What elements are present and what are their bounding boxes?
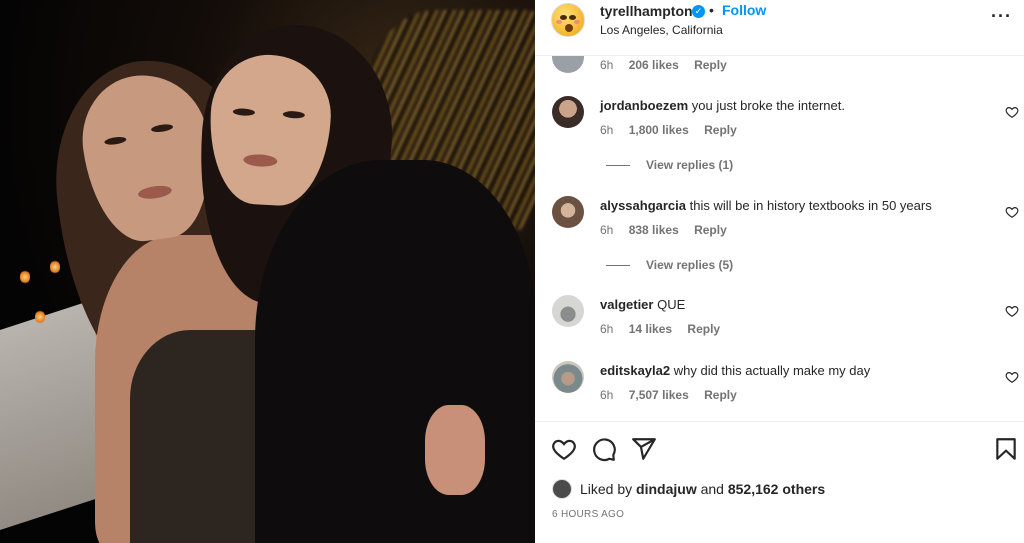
comment-body: QUE	[657, 297, 686, 312]
reply-button[interactable]: Reply	[704, 123, 737, 137]
share-icon[interactable]	[631, 436, 657, 462]
reply-button[interactable]: Reply	[704, 388, 737, 402]
comment-body: this will be in history textbooks in 50 …	[689, 198, 932, 213]
commenter-avatar[interactable]	[552, 295, 584, 327]
comment-likes[interactable]: 838 likes	[629, 223, 679, 237]
comment-body: you just broke the internet.	[691, 98, 845, 113]
comment-time[interactable]: 6h	[600, 322, 613, 336]
comment-meta: 6h 14 likes Reply	[600, 322, 732, 336]
author-username[interactable]: tyrellhampton	[600, 3, 693, 19]
comment-text: alyssahgarcia this will be in history te…	[600, 198, 932, 213]
comment-time[interactable]: 6h	[600, 388, 613, 402]
heart-icon[interactable]	[1005, 304, 1019, 318]
heart-icon[interactable]	[1005, 370, 1019, 384]
post-location[interactable]: Los Angeles, California	[600, 23, 723, 37]
comment-likes[interactable]: 1,800 likes	[629, 123, 689, 137]
comment-likes[interactable]: 206 likes	[629, 58, 679, 72]
commenter-avatar[interactable]	[552, 196, 584, 228]
comment-meta: 6h 838 likes Reply	[600, 223, 739, 237]
comment-likes[interactable]: 14 likes	[629, 322, 672, 336]
liked-by: Liked by dindajuw and 852,162 others	[552, 479, 825, 499]
commenter-avatar[interactable]	[552, 361, 584, 393]
comment-time[interactable]: 6h	[600, 123, 613, 137]
person-right-hand	[425, 405, 485, 495]
bookmark-icon[interactable]	[993, 436, 1019, 462]
post-timestamp[interactable]: 6 HOURS AGO	[552, 509, 624, 520]
liked-by-count[interactable]: 852,162 others	[728, 481, 825, 497]
view-replies-button[interactable]: View replies (5)	[606, 258, 733, 272]
verified-badge-icon: ✓	[692, 5, 705, 18]
liked-by-prefix: Liked by	[580, 481, 633, 497]
reply-button[interactable]: Reply	[694, 223, 727, 237]
liked-by-user[interactable]: dindajuw	[636, 481, 697, 497]
comment-time[interactable]: 6h	[600, 223, 613, 237]
view-replies-label: View replies (5)	[646, 258, 734, 272]
comment-time[interactable]: 6h	[600, 58, 613, 72]
separator-dot: •	[709, 2, 714, 18]
more-options-icon[interactable]: ···	[991, 6, 1012, 27]
comment-meta: 6h 1,800 likes Reply	[600, 123, 749, 137]
comment-body: why did this actually make my day	[673, 363, 871, 378]
liked-by-and: and	[700, 481, 724, 497]
liker-avatar[interactable]	[552, 479, 572, 499]
comment-meta: 6h 206 likes Reply	[600, 58, 739, 72]
post-photo[interactable]	[0, 0, 535, 543]
comment-text: editskayla2 why did this actually make m…	[600, 363, 870, 378]
reply-button[interactable]: Reply	[694, 58, 727, 72]
comment-meta: 6h 7,507 likes Reply	[600, 388, 749, 402]
comment-likes[interactable]: 7,507 likes	[629, 388, 689, 402]
commenter-username[interactable]: alyssahgarcia	[600, 198, 686, 213]
comment-text: valgetier QUE	[600, 297, 685, 312]
post-actions: Liked by dindajuw and 852,162 others 6 H…	[535, 421, 1024, 543]
comments-list[interactable]: 6h 206 likes Reply jordanboezem you just…	[535, 56, 1024, 421]
post-side-panel: tyrellhampton ✓ • Follow Los Angeles, Ca…	[535, 0, 1024, 543]
commenter-username[interactable]: jordanboezem	[600, 98, 688, 113]
comment-icon[interactable]	[591, 436, 617, 462]
commenter-username[interactable]: valgetier	[600, 297, 653, 312]
commenter-username[interactable]: editskayla2	[600, 363, 670, 378]
view-replies-label: View replies (1)	[646, 158, 734, 172]
commenter-avatar[interactable]	[552, 96, 584, 128]
heart-icon[interactable]	[1005, 205, 1019, 219]
post-header: tyrellhampton ✓ • Follow Los Angeles, Ca…	[535, 0, 1024, 56]
comment-text: jordanboezem you just broke the internet…	[600, 98, 845, 113]
view-replies-button[interactable]: View replies (1)	[606, 158, 733, 172]
follow-button[interactable]: Follow	[722, 2, 766, 18]
reply-button[interactable]: Reply	[687, 322, 720, 336]
like-heart-icon[interactable]	[551, 436, 577, 462]
author-avatar[interactable]	[551, 3, 585, 37]
heart-icon[interactable]	[1005, 105, 1019, 119]
commenter-avatar[interactable]	[552, 56, 584, 73]
person-right-body	[255, 160, 535, 543]
